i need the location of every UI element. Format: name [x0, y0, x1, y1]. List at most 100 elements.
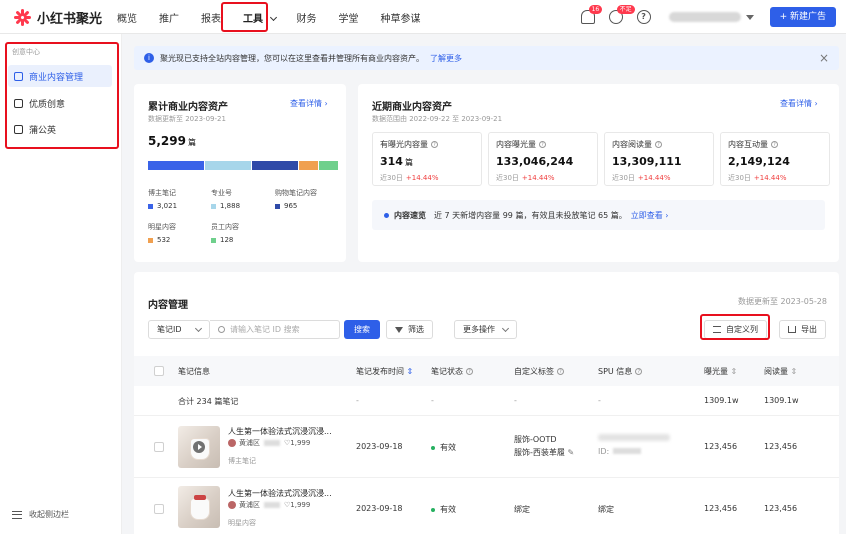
close-icon[interactable]: × [819, 51, 829, 65]
main-nav: 概览 推广 报表 工具 财务 学堂 种草参谋 [117, 0, 442, 34]
summary-tag: - [514, 396, 517, 405]
cumulative-detail-link[interactable]: 查看详情 › [290, 98, 328, 109]
filter-icon [395, 326, 403, 333]
note-thumbnail[interactable] [178, 486, 220, 528]
total-value: 5,299 [148, 134, 186, 148]
wallet-badge: 不足 [616, 5, 635, 14]
export-button[interactable]: 导出 [779, 320, 826, 339]
help-icon[interactable]: ? [431, 141, 438, 148]
metric-value: 13,309,111 [612, 155, 682, 168]
col-reads[interactable]: 阅读量 ⇕ [764, 366, 797, 377]
metric-trend: +14.44% [637, 174, 671, 182]
bind-tag-link[interactable]: 绑定 [514, 504, 530, 515]
nav-reports[interactable]: 报表 [201, 10, 221, 25]
composition-segment [205, 161, 251, 170]
legend-swatch [148, 237, 153, 243]
bind-spu-link[interactable]: 绑定 [598, 504, 614, 515]
sidebar-item-dandelion[interactable]: 蒲公英 [8, 118, 112, 140]
nav-seeding-advisor[interactable]: 种草参谋 [380, 10, 420, 25]
select-value: 笔记ID [157, 325, 182, 334]
help-icon[interactable]: ? [636, 10, 651, 24]
account-caret-icon[interactable] [745, 14, 754, 20]
search-input[interactable]: 请输入笔记 ID 搜索 [210, 320, 340, 339]
col-label: 曝光量 [704, 367, 728, 376]
legend-value: 128 [220, 236, 234, 244]
top-right-actions: 16 不足 ? + 新建广告 [567, 5, 836, 27]
help-icon[interactable]: ? [655, 141, 662, 148]
legend-swatch [211, 203, 216, 209]
col-impressions[interactable]: 曝光量 ⇕ [704, 366, 737, 377]
product-image [190, 498, 210, 520]
top-bar: 小红书聚光 概览 推广 报表 工具 财务 学堂 种草参谋 16 不足 ? + 新… [0, 0, 846, 34]
recent-range: 数据范围由 2022-09-22 至 2023-09-21 [372, 115, 503, 123]
product-cap [194, 495, 206, 500]
legend-celebrity: 明星内容 532 [148, 222, 176, 244]
sidebar-item-label: 商业内容管理 [29, 72, 84, 83]
nav-finance[interactable]: 财务 [296, 10, 316, 25]
legend-label: 明星内容 [148, 223, 176, 231]
table-row[interactable]: 人生第一体验法式沉浸沉浸... 黄浦区 ♡ 1,999 博主笔记 2023-09… [134, 416, 839, 478]
redacted-text [264, 440, 280, 446]
nav-promotion[interactable]: 推广 [159, 10, 179, 25]
nav-overview[interactable]: 概览 [117, 10, 137, 25]
more-operations-dropdown[interactable]: 更多操作 [454, 320, 517, 339]
sidebar-item-quality-creative[interactable]: 优质创意 [8, 92, 112, 114]
recent-detail-link[interactable]: 查看详情 › [780, 98, 818, 109]
edit-icon[interactable]: ✎ [567, 448, 574, 457]
table-header: 笔记信息 笔记发布时间 ⇕ 笔记状态? 自定义标签? SPU 信息? 曝光量 ⇕… [134, 356, 839, 386]
cube-icon [14, 98, 23, 108]
cumulative-updated: 数据更新至 2023-09-21 [148, 115, 226, 123]
quick-label: 内容速览 [394, 210, 426, 220]
row-checkbox[interactable] [154, 442, 164, 452]
total-unit: 篇 [187, 138, 196, 147]
select-all-checkbox[interactable] [154, 366, 164, 376]
note-title[interactable]: 人生第一体验法式沉浸沉浸... [228, 488, 332, 499]
note-thumbnail[interactable] [178, 426, 220, 468]
play-icon [193, 441, 205, 453]
view-now-link[interactable]: 立即查看 › [631, 210, 669, 221]
help-icon[interactable]: ? [635, 368, 643, 375]
nav-academy[interactable]: 学堂 [338, 10, 358, 25]
col-spu: SPU 信息? [598, 366, 643, 377]
menu-fold-icon [12, 510, 22, 519]
sidebar-item-commercial-content[interactable]: 商业内容管理 [8, 65, 112, 87]
note-status: 有效 [431, 442, 456, 453]
publish-time: 2023-09-18 [356, 504, 403, 513]
help-icon[interactable]: ? [557, 368, 564, 375]
metric-trend: +14.44% [521, 174, 555, 182]
note-title[interactable]: 人生第一体验法式沉浸沉浸... [228, 426, 332, 437]
custom-columns-button[interactable]: 自定义列 [704, 320, 767, 339]
metric-label: 内容阅读量 [612, 140, 652, 149]
col-status: 笔记状态? [431, 366, 473, 377]
help-icon[interactable]: ? [466, 368, 473, 375]
account-name[interactable] [668, 12, 741, 22]
search-button[interactable]: 搜索 [344, 320, 380, 339]
info-icon: i [144, 53, 154, 63]
table-row[interactable]: 人生第一体验法式沉浸沉浸... 黄浦区 ♡ 1,999 明星内容 2023-09… [134, 478, 839, 534]
search-icon [218, 326, 225, 333]
help-icon[interactable]: ? [539, 141, 546, 148]
metric-impressions: 内容曝光量? 133,046,244 近30日 +14.44% [488, 132, 598, 186]
wallet-icon[interactable]: 不足 [608, 5, 635, 24]
filter-button[interactable]: 筛选 [386, 320, 433, 339]
search-field-select[interactable]: 笔记ID [148, 320, 210, 339]
bell-badge: 16 [588, 5, 603, 14]
app-name: 小红书聚光 [37, 12, 103, 27]
bell-icon[interactable]: 16 [580, 5, 603, 24]
metric-value: 133,046,244 [496, 155, 574, 168]
new-ad-button[interactable]: + 新建广告 [769, 7, 836, 27]
col-publish-time[interactable]: 笔记发布时间 ⇕ [356, 366, 413, 377]
author-name: 黄浦区 [239, 501, 260, 509]
nav-tools[interactable]: 工具 [243, 10, 278, 25]
help-icon[interactable]: ? [771, 141, 778, 148]
row-checkbox[interactable] [154, 504, 164, 514]
search-placeholder: 请输入笔记 ID 搜索 [230, 325, 300, 334]
content-quick-view: 内容速览 近 7 天新增内容量 99 篇，有效且未投放笔记 65 篇。 立即查看… [372, 200, 825, 230]
metric-label: 内容互动量 [728, 140, 768, 149]
learn-more-link[interactable]: 了解更多 [430, 53, 462, 64]
note-author: 黄浦区 ♡ 1,999 [228, 438, 310, 448]
metric-period: 近30日 [612, 174, 635, 182]
collapse-sidebar-button[interactable]: 收起侧边栏 [12, 509, 69, 520]
app-logo[interactable]: 小红书聚光 [14, 8, 102, 27]
chevron-down-icon [270, 13, 278, 21]
